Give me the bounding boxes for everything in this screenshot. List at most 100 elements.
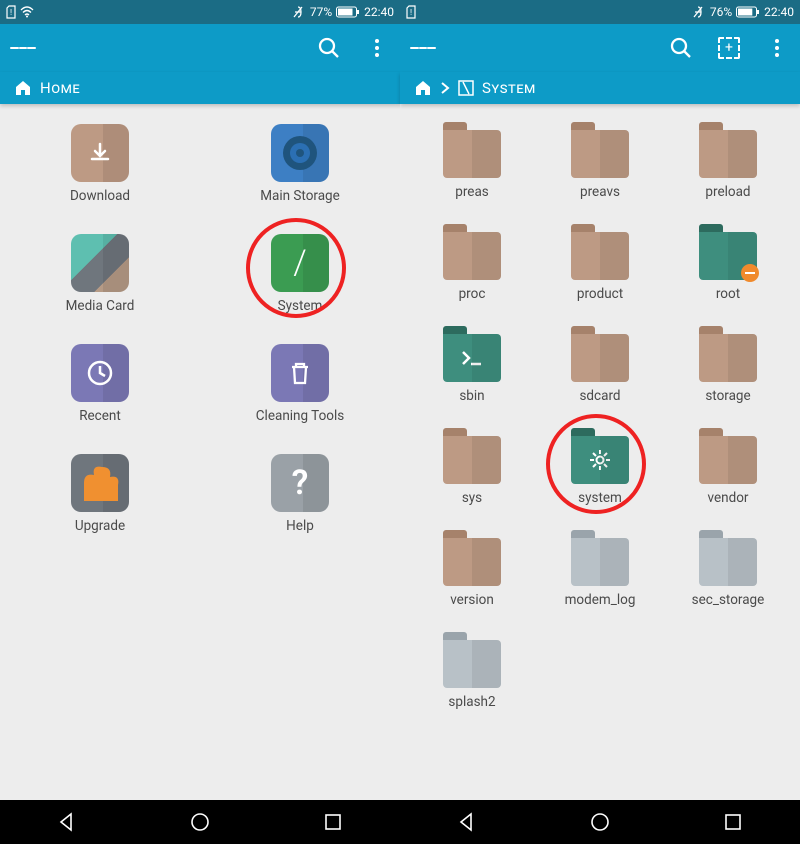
status-bar: ! 76% 22:40	[400, 0, 800, 24]
item-label: sys	[462, 490, 482, 506]
home-icon	[414, 79, 432, 97]
mute-icon	[292, 5, 306, 19]
screen-home: ! 77% 22:40 Home Download Main Storage Med…	[0, 0, 400, 800]
breadcrumb-label: System	[482, 79, 536, 97]
item-label: preavs	[580, 184, 620, 200]
item-storage[interactable]: storage	[668, 328, 788, 404]
item-label: preas	[455, 184, 489, 200]
chevron-right-icon	[440, 82, 450, 94]
battery-pct: 77%	[310, 5, 332, 19]
svg-text:!: !	[10, 8, 12, 17]
item-product[interactable]: product	[540, 226, 660, 302]
item-system[interactable]: /System	[240, 234, 360, 314]
item-help[interactable]: ? Help	[240, 454, 360, 534]
recent-icon	[71, 344, 129, 402]
folder-icon	[443, 334, 501, 382]
android-nav-bar	[400, 800, 800, 844]
clock: 22:40	[764, 5, 794, 19]
back-button[interactable]	[454, 809, 480, 835]
back-button[interactable]	[54, 809, 80, 835]
sim-icon: !	[6, 5, 16, 19]
item-label: Main Storage	[260, 188, 340, 204]
battery-pct: 76%	[710, 5, 732, 19]
item-sdcard[interactable]: sdcard	[540, 328, 660, 404]
folder-icon	[699, 130, 757, 178]
menu-icon[interactable]	[10, 35, 36, 61]
svg-text:!: !	[410, 8, 412, 17]
item-label: preload	[705, 184, 750, 200]
folder-icon	[571, 538, 629, 586]
mute-icon	[692, 5, 706, 19]
menu-icon[interactable]	[410, 35, 436, 61]
item-download[interactable]: Download	[40, 124, 160, 204]
media-card-icon	[71, 234, 129, 292]
item-label: sbin	[459, 388, 484, 404]
item-label: system	[578, 490, 622, 506]
select-icon[interactable]	[716, 35, 742, 61]
folder-icon	[571, 130, 629, 178]
item-label: Help	[286, 518, 314, 534]
breadcrumb[interactable]: Home	[0, 72, 400, 104]
search-icon[interactable]	[668, 35, 694, 61]
item-main-storage[interactable]: Main Storage	[240, 124, 360, 204]
item-modem_log[interactable]: modem_log	[540, 532, 660, 608]
item-label: Download	[70, 188, 130, 204]
item-sbin[interactable]: sbin	[412, 328, 532, 404]
item-label: Media Card	[66, 298, 135, 314]
battery-icon	[736, 6, 760, 18]
sim-icon: !	[406, 5, 416, 19]
item-label: storage	[705, 388, 750, 404]
item-cleaning[interactable]: Cleaning Tools	[240, 344, 360, 424]
folder-icon	[443, 130, 501, 178]
overflow-icon[interactable]	[764, 35, 790, 61]
item-label: vendor	[708, 490, 749, 506]
folder-icon	[443, 232, 501, 280]
system-crumb-icon	[458, 80, 474, 96]
clock: 22:40	[364, 5, 394, 19]
item-recent[interactable]: Recent	[40, 344, 160, 424]
item-label: sdcard	[579, 388, 620, 404]
item-label: sec_storage	[692, 592, 765, 608]
item-root[interactable]: root	[668, 226, 788, 302]
item-preas[interactable]: preas	[412, 124, 532, 200]
main-storage-icon	[271, 124, 329, 182]
item-upgrade[interactable]: Upgrade	[40, 454, 160, 534]
cleaning-icon	[271, 344, 329, 402]
home-button[interactable]	[587, 809, 613, 835]
item-preavs[interactable]: preavs	[540, 124, 660, 200]
folder-icon	[443, 640, 501, 688]
overflow-icon[interactable]	[364, 35, 390, 61]
upgrade-icon	[71, 454, 129, 512]
item-label: splash2	[448, 694, 495, 710]
search-icon[interactable]	[316, 35, 342, 61]
recent-button[interactable]	[320, 809, 346, 835]
system-icon: /	[271, 234, 329, 292]
app-bar	[400, 24, 800, 72]
item-splash2[interactable]: splash2	[412, 634, 532, 710]
home-button[interactable]	[187, 809, 213, 835]
item-sys[interactable]: sys	[412, 430, 532, 506]
folder-icon	[571, 232, 629, 280]
status-bar: ! 77% 22:40	[0, 0, 400, 24]
breadcrumb[interactable]: System	[400, 72, 800, 104]
item-label: version	[450, 592, 494, 608]
item-label: proc	[459, 286, 486, 302]
item-system[interactable]: system	[540, 430, 660, 506]
breadcrumb-label: Home	[40, 79, 80, 97]
item-sec_storage[interactable]: sec_storage	[668, 532, 788, 608]
folder-icon	[699, 436, 757, 484]
folder-icon	[699, 232, 757, 280]
item-vendor[interactable]: vendor	[668, 430, 788, 506]
item-proc[interactable]: proc	[412, 226, 532, 302]
item-label: Upgrade	[75, 518, 125, 534]
home-icon	[14, 79, 32, 97]
item-label: modem_log	[565, 592, 636, 608]
item-media-card[interactable]: Media Card	[40, 234, 160, 314]
wifi-icon	[20, 6, 34, 18]
download-icon	[71, 124, 129, 182]
item-label: root	[716, 286, 740, 302]
item-version[interactable]: version	[412, 532, 532, 608]
recent-button[interactable]	[720, 809, 746, 835]
item-preload[interactable]: preload	[668, 124, 788, 200]
help-icon: ?	[271, 454, 329, 512]
